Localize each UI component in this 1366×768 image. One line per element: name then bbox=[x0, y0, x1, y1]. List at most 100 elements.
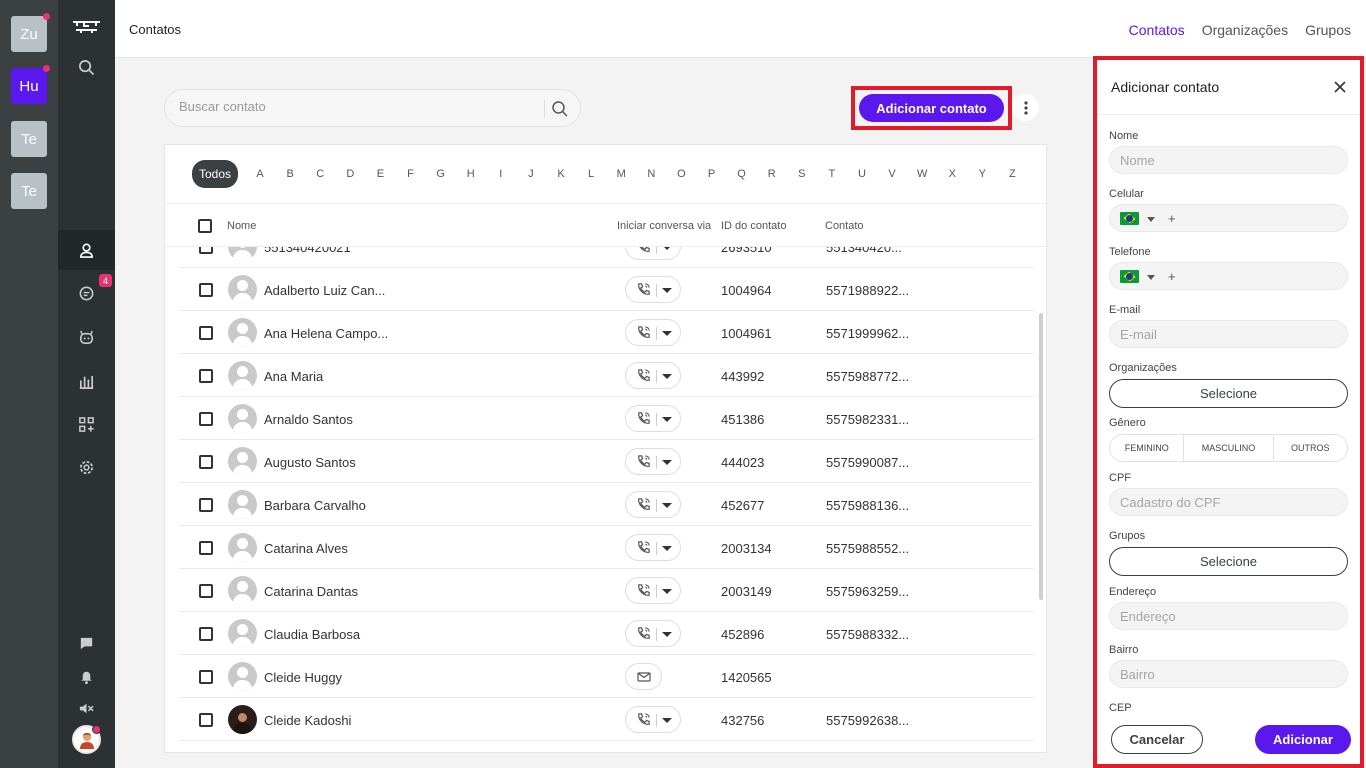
table-row[interactable]: Barbara Carvalho 452677 5575988136... bbox=[179, 483, 1034, 526]
row-checkbox[interactable] bbox=[199, 283, 213, 297]
table-row[interactable]: Cleide Huggy 1420565 bbox=[179, 655, 1034, 698]
chevron-down-icon[interactable] bbox=[662, 288, 672, 293]
row-checkbox[interactable] bbox=[199, 412, 213, 426]
contact-name[interactable]: Arnaldo Santos bbox=[264, 412, 353, 427]
filter-letter-i[interactable]: I bbox=[486, 168, 516, 180]
filter-letter-q[interactable]: Q bbox=[727, 168, 757, 180]
filter-letter-l[interactable]: L bbox=[576, 168, 606, 180]
reports-nav-button[interactable] bbox=[58, 361, 115, 401]
contacts-nav-button[interactable] bbox=[58, 230, 115, 270]
filter-letter-k[interactable]: K bbox=[546, 168, 576, 180]
tab-grupos[interactable]: Grupos bbox=[1305, 22, 1351, 38]
row-checkbox[interactable] bbox=[199, 369, 213, 383]
chevron-down-icon[interactable] bbox=[662, 374, 672, 379]
filter-letter-d[interactable]: D bbox=[335, 168, 365, 180]
contact-name[interactable]: Catarina Dantas bbox=[264, 584, 358, 599]
start-chat-button[interactable] bbox=[625, 362, 681, 389]
start-chat-button[interactable] bbox=[625, 448, 681, 475]
filter-letter-a[interactable]: A bbox=[245, 168, 275, 180]
start-chat-button[interactable] bbox=[625, 577, 681, 604]
filter-letter-c[interactable]: C bbox=[305, 168, 335, 180]
row-checkbox[interactable] bbox=[199, 627, 213, 641]
filter-letter-h[interactable]: H bbox=[456, 168, 486, 180]
more-options-button[interactable] bbox=[1012, 94, 1039, 121]
filter-letter-y[interactable]: Y bbox=[967, 168, 997, 180]
contact-name[interactable]: Ana Helena Campo... bbox=[264, 326, 388, 341]
filter-letter-m[interactable]: M bbox=[606, 168, 636, 180]
workspace-zu[interactable]: Zu bbox=[11, 13, 50, 52]
filter-all[interactable]: Todos bbox=[192, 160, 239, 188]
table-row[interactable]: Catarina Alves 2003134 5575988552... bbox=[179, 526, 1034, 569]
table-row[interactable]: Augusto Santos 444023 5575990087... bbox=[179, 440, 1034, 483]
row-checkbox[interactable] bbox=[199, 541, 213, 555]
user-avatar[interactable] bbox=[72, 725, 101, 754]
chevron-down-icon[interactable] bbox=[662, 546, 672, 551]
row-checkbox[interactable] bbox=[199, 247, 213, 254]
filter-letter-n[interactable]: N bbox=[636, 168, 666, 180]
filter-letter-x[interactable]: X bbox=[937, 168, 967, 180]
column-header-id[interactable]: ID do contato bbox=[721, 220, 786, 232]
table-row[interactable]: Ana Helena Campo... 1004961 5571999962... bbox=[179, 311, 1034, 354]
workspace-te-1[interactable]: Te bbox=[11, 121, 47, 157]
search-input[interactable] bbox=[179, 99, 529, 114]
add-contact-button[interactable]: Adicionar contato bbox=[859, 94, 1004, 122]
row-checkbox[interactable] bbox=[199, 670, 213, 684]
row-checkbox[interactable] bbox=[199, 326, 213, 340]
chevron-down-icon[interactable] bbox=[662, 460, 672, 465]
table-row[interactable]: Claudia Barbosa 452896 5575988332... bbox=[179, 612, 1034, 655]
start-chat-button[interactable] bbox=[625, 534, 681, 561]
start-chat-button[interactable] bbox=[625, 706, 681, 733]
chevron-down-icon[interactable] bbox=[662, 503, 672, 508]
chevron-down-icon[interactable] bbox=[662, 589, 672, 594]
contact-name[interactable]: Catarina Alves bbox=[264, 541, 348, 556]
start-chat-button[interactable] bbox=[625, 405, 681, 432]
row-checkbox[interactable] bbox=[199, 713, 213, 727]
chevron-down-icon[interactable] bbox=[662, 247, 672, 250]
contact-name[interactable]: Ana Maria bbox=[264, 369, 323, 384]
start-chat-button[interactable] bbox=[625, 319, 681, 346]
chat-nav-button[interactable]: 4 bbox=[58, 273, 115, 313]
contact-name[interactable]: 551340420021 bbox=[264, 247, 351, 255]
filter-letter-j[interactable]: J bbox=[516, 168, 546, 180]
filter-letter-v[interactable]: V bbox=[877, 168, 907, 180]
list-scrollbar[interactable] bbox=[1039, 313, 1043, 600]
contact-name[interactable]: Claudia Barbosa bbox=[264, 627, 360, 642]
table-row[interactable]: Cleide Kadoshi 432756 5575992638... bbox=[179, 698, 1034, 741]
filter-letter-b[interactable]: B bbox=[275, 168, 305, 180]
select-all-checkbox[interactable] bbox=[198, 219, 212, 233]
filter-letter-p[interactable]: P bbox=[696, 168, 726, 180]
contact-name[interactable]: Adalberto Luiz Can... bbox=[264, 283, 385, 298]
row-checkbox[interactable] bbox=[199, 584, 213, 598]
contact-name[interactable]: Cleide Huggy bbox=[264, 670, 342, 685]
table-row[interactable]: 551340420021 2693510 551340420... bbox=[179, 247, 1034, 268]
filter-letter-w[interactable]: W bbox=[907, 168, 937, 180]
start-chat-button[interactable] bbox=[625, 620, 681, 647]
search-nav-button[interactable] bbox=[58, 47, 115, 87]
column-header-contact[interactable]: Contato bbox=[825, 220, 864, 232]
contact-name[interactable]: Augusto Santos bbox=[264, 455, 356, 470]
row-checkbox[interactable] bbox=[199, 498, 213, 512]
tab-contatos[interactable]: Contatos bbox=[1129, 22, 1185, 38]
workspace-te-2[interactable]: Te bbox=[11, 173, 47, 209]
tab-organizacoes[interactable]: Organizações bbox=[1202, 22, 1288, 38]
start-chat-button[interactable] bbox=[625, 247, 681, 260]
column-header-name[interactable]: Nome bbox=[227, 220, 256, 232]
filter-letter-r[interactable]: R bbox=[757, 168, 787, 180]
table-row[interactable]: Catarina Dantas 2003149 5575963259... bbox=[179, 569, 1034, 612]
chevron-down-icon[interactable] bbox=[662, 718, 672, 723]
filter-letter-f[interactable]: F bbox=[396, 168, 426, 180]
start-chat-button[interactable] bbox=[625, 276, 681, 303]
filter-letter-s[interactable]: S bbox=[787, 168, 817, 180]
filter-letter-z[interactable]: Z bbox=[997, 168, 1027, 180]
table-row[interactable]: Adalberto Luiz Can... 1004964 5571988922..… bbox=[179, 268, 1034, 311]
filter-letter-t[interactable]: T bbox=[817, 168, 847, 180]
filter-letter-u[interactable]: U bbox=[847, 168, 877, 180]
bot-nav-button[interactable] bbox=[58, 317, 115, 357]
filter-letter-e[interactable]: E bbox=[365, 168, 395, 180]
filter-letter-o[interactable]: O bbox=[666, 168, 696, 180]
chevron-down-icon[interactable] bbox=[662, 417, 672, 422]
contact-name[interactable]: Cleide Kadoshi bbox=[264, 713, 351, 728]
settings-nav-button[interactable] bbox=[58, 447, 115, 487]
start-chat-email-button[interactable] bbox=[625, 663, 662, 690]
mute-nav-button[interactable] bbox=[58, 688, 115, 728]
